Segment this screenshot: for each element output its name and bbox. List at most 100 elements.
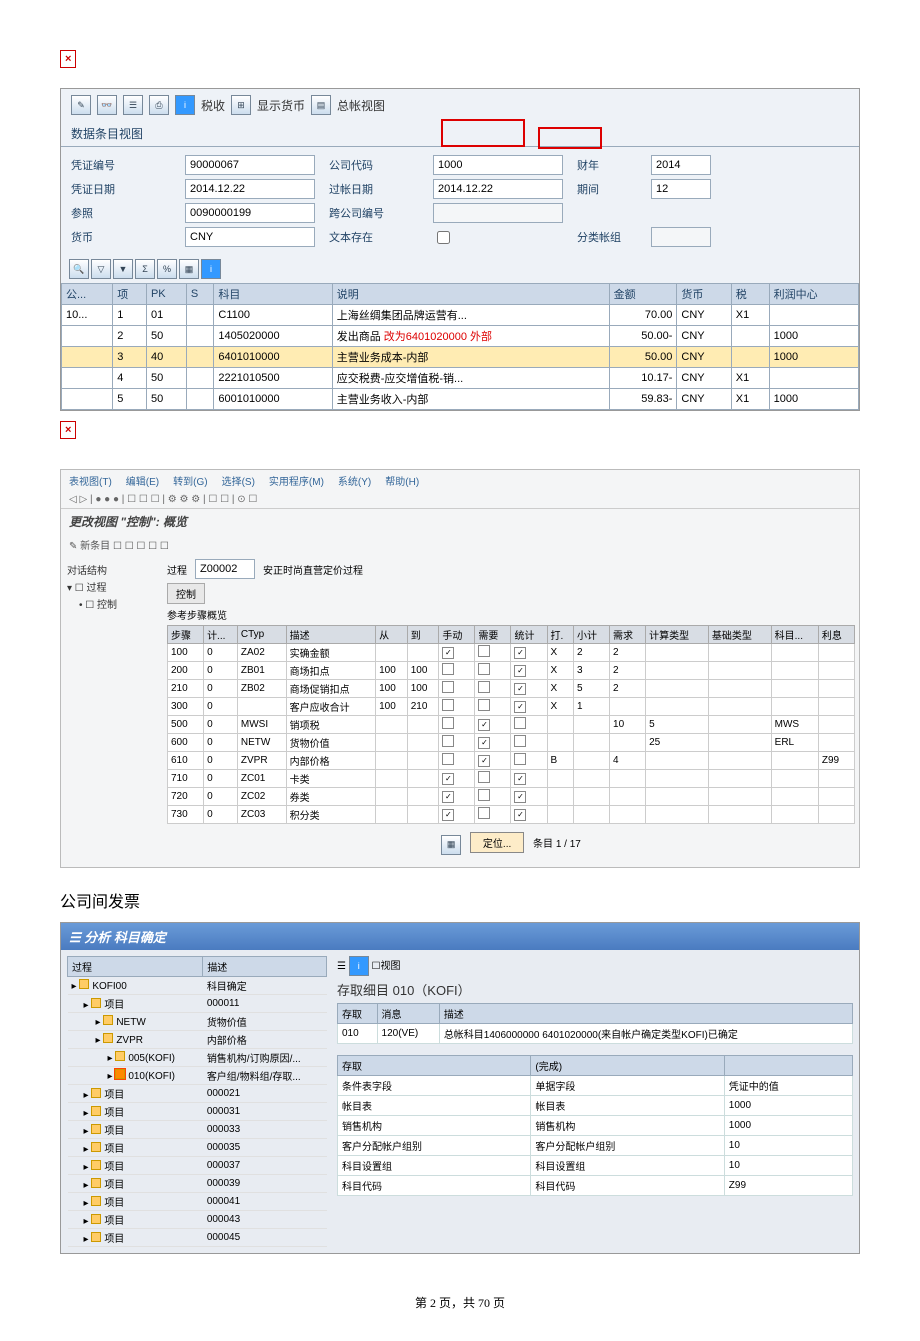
doc-no-label: 凭证编号 <box>71 157 171 173</box>
texist-checkbox[interactable] <box>437 231 450 244</box>
tree-row[interactable]: ▸ 项目000021 <box>68 1084 327 1102</box>
sort-icon[interactable]: ▽ <box>91 259 111 279</box>
view-title: 更改视图 "控制": 概览 <box>61 509 859 534</box>
tree-row[interactable]: ▸ NETW货物价值 <box>68 1012 327 1030</box>
menu-item[interactable]: 转到(G) <box>173 477 207 488</box>
sum-icon[interactable]: Σ <box>135 259 155 279</box>
table-row[interactable]: 2100ZB02商场促销扣点100100✓X52 <box>168 680 855 698</box>
table-row[interactable]: 2000ZB01商场扣点100100✓X32 <box>168 662 855 680</box>
dialog-tree[interactable]: 对话结构 ▾ ☐ 过程 • ☐ 控制 <box>61 555 163 867</box>
tree-row[interactable]: ▸ 010(KOFI)客户组/物料组/存取... <box>68 1066 327 1084</box>
find-icon[interactable]: 🔍 <box>69 259 89 279</box>
ledger-input <box>651 227 711 247</box>
proc-desc: 安正时尚直营定价过程 <box>263 562 363 577</box>
menu-item[interactable]: 帮助(H) <box>385 477 419 488</box>
menu-item[interactable]: 表视图(T) <box>69 477 112 488</box>
table-row[interactable]: 3000客户应收合计100210✓X1 <box>168 698 855 716</box>
new-entry-button[interactable]: ✎ 新条目 <box>69 541 110 552</box>
menu-item[interactable]: 实用程序(M) <box>269 477 324 488</box>
filter-icon[interactable]: ▼ <box>113 259 133 279</box>
tree-row[interactable]: ▸ 项目000011 <box>68 994 327 1012</box>
period-input[interactable] <box>651 179 711 199</box>
doc-no-input[interactable] <box>185 155 315 175</box>
overview-icon[interactable]: ☰ <box>69 930 81 945</box>
cross-label: 跨公司编号 <box>329 205 419 221</box>
currency-icon[interactable]: ⊞ <box>231 95 251 115</box>
cocode-label: 公司代码 <box>329 157 419 173</box>
table-row[interactable]: 1000ZA02实确金额✓✓X22 <box>168 644 855 662</box>
menu-item[interactable]: 系统(Y) <box>338 477 371 488</box>
section-title: 公司间发票 <box>60 888 860 912</box>
table-row[interactable]: 5506001010000主营业务收入-内部59.83-CNYX11000 <box>62 389 859 410</box>
proc-label: 过程 <box>167 562 187 577</box>
right-toolbar[interactable]: ☰ i ☐视图 <box>337 956 853 976</box>
cocode-input[interactable] <box>433 155 563 175</box>
line-items-table: 公...项PKS科目说明金额货币税利润中心 10...101C1100上海丝绸集… <box>61 283 859 410</box>
tree-row[interactable]: ▸ ZVPR内部价格 <box>68 1030 327 1048</box>
tree-row[interactable]: ▸ 项目000039 <box>68 1174 327 1192</box>
tree-item[interactable]: 控制 <box>97 600 117 611</box>
account-analysis-panel: ☰ 分析 科目确定 过程描述 ▸ KOFI00科目确定▸ 项目000011▸ N… <box>60 922 860 1254</box>
period-label: 期间 <box>577 181 637 197</box>
proc-code-input[interactable] <box>195 559 255 579</box>
glasses-icon[interactable]: 👓 <box>97 95 117 115</box>
table-row[interactable]: 10...101C1100上海丝绸集团品牌运营有...70.00CNYX1 <box>62 305 859 326</box>
tree-row[interactable]: ▸ 项目000037 <box>68 1156 327 1174</box>
tree-row[interactable]: ▸ 项目000033 <box>68 1120 327 1138</box>
date-label: 凭证日期 <box>71 181 171 197</box>
tree-row[interactable]: ▸ 项目000045 <box>68 1228 327 1246</box>
export-icon[interactable]: % <box>157 259 177 279</box>
tree-icon[interactable]: ☰ <box>123 95 143 115</box>
table-row[interactable]: 2501405020000发出商品 改为6401020000 外部50.00-C… <box>62 326 859 347</box>
tree-row[interactable]: ▸ 005(KOFI)销售机构/订购原因/... <box>68 1048 327 1066</box>
fy-input[interactable] <box>651 155 711 175</box>
table-row[interactable]: 7200ZC02券类✓✓ <box>168 788 855 806</box>
menu-item[interactable]: 编辑(E) <box>126 477 159 488</box>
table-row: 帐目表帐目表1000 <box>338 1095 853 1115</box>
table-row[interactable]: 7100ZC01卡类✓✓ <box>168 770 855 788</box>
control-tab[interactable]: 控制 <box>167 583 205 604</box>
date-input[interactable] <box>185 179 315 199</box>
table-row: 科目设置组科目设置组10 <box>338 1155 853 1175</box>
tree-row[interactable]: ▸ 项目000043 <box>68 1210 327 1228</box>
table-row[interactable]: 7300ZC03积分类✓✓ <box>168 806 855 824</box>
layout-icon[interactable]: ▦ <box>179 259 199 279</box>
table-row: 科目代码科目代码Z99 <box>338 1175 853 1195</box>
pdate-input[interactable] <box>433 179 563 199</box>
broken-image-icon-2: × <box>60 421 76 439</box>
info-icon[interactable]: i <box>175 95 195 115</box>
table-row[interactable]: 3406401010000主营业务成本-内部50.00CNY1000 <box>62 347 859 368</box>
fy-label: 财年 <box>577 157 637 173</box>
texist-label: 文本存在 <box>329 229 419 245</box>
print-icon[interactable]: ⎙ <box>149 95 169 115</box>
ref-input[interactable] <box>185 203 315 223</box>
ref-steps-label: 参考步骤概览 <box>167 604 855 625</box>
col-desc: 描述 <box>203 956 327 976</box>
menu-item[interactable]: 选择(S) <box>222 477 255 488</box>
tree-row[interactable]: ▸ KOFI00科目确定 <box>68 976 327 994</box>
gl-icon[interactable]: ▤ <box>311 95 331 115</box>
procedure-tree[interactable]: 过程描述 ▸ KOFI00科目确定▸ 项目000011▸ NETW货物价值▸ Z… <box>67 956 327 1247</box>
position-button[interactable]: 定位... <box>470 832 524 853</box>
col-proc: 过程 <box>68 956 203 976</box>
table-row[interactable]: 4502221010500应交税费-应交增值税-销...10.17-CNYX1 <box>62 368 859 389</box>
table-row: 条件表字段单据字段凭证中的值 <box>338 1075 853 1095</box>
table-row[interactable]: 6000NETW货物价值✓25ERL <box>168 734 855 752</box>
table-row: 销售机构销售机构1000 <box>338 1115 853 1135</box>
cross-input <box>433 203 563 223</box>
curr-input[interactable] <box>185 227 315 247</box>
toolbar-2[interactable]: ◁ ▷ | ● ● ● | ☐ ☐ ☐ | ⚙ ⚙ ⚙ | ☐ ☐ | ⊙ ☐ <box>61 491 859 509</box>
position-icon[interactable]: ▦ <box>441 835 461 855</box>
tree-row[interactable]: ▸ 项目000041 <box>68 1192 327 1210</box>
table-row[interactable]: 5000MWSI销项税✓105MWS <box>168 716 855 734</box>
details-icon[interactable]: i <box>201 259 221 279</box>
currency-label: 显示货币 <box>257 97 305 114</box>
edit-icon[interactable]: ✎ <box>71 95 91 115</box>
menu-bar[interactable]: 表视图(T) 编辑(E) 转到(G) 选择(S) 实用程序(M) 系统(Y) 帮助(H) <box>61 470 859 491</box>
tree-row[interactable]: ▸ 项目000035 <box>68 1138 327 1156</box>
table-row[interactable]: 6100ZVPR内部价格✓B4Z99 <box>168 752 855 770</box>
analysis-title: 分析 科目确定 <box>84 930 166 945</box>
tree-item[interactable]: 过程 <box>87 583 107 594</box>
curr-label: 货币 <box>71 229 171 245</box>
tree-row[interactable]: ▸ 项目000031 <box>68 1102 327 1120</box>
